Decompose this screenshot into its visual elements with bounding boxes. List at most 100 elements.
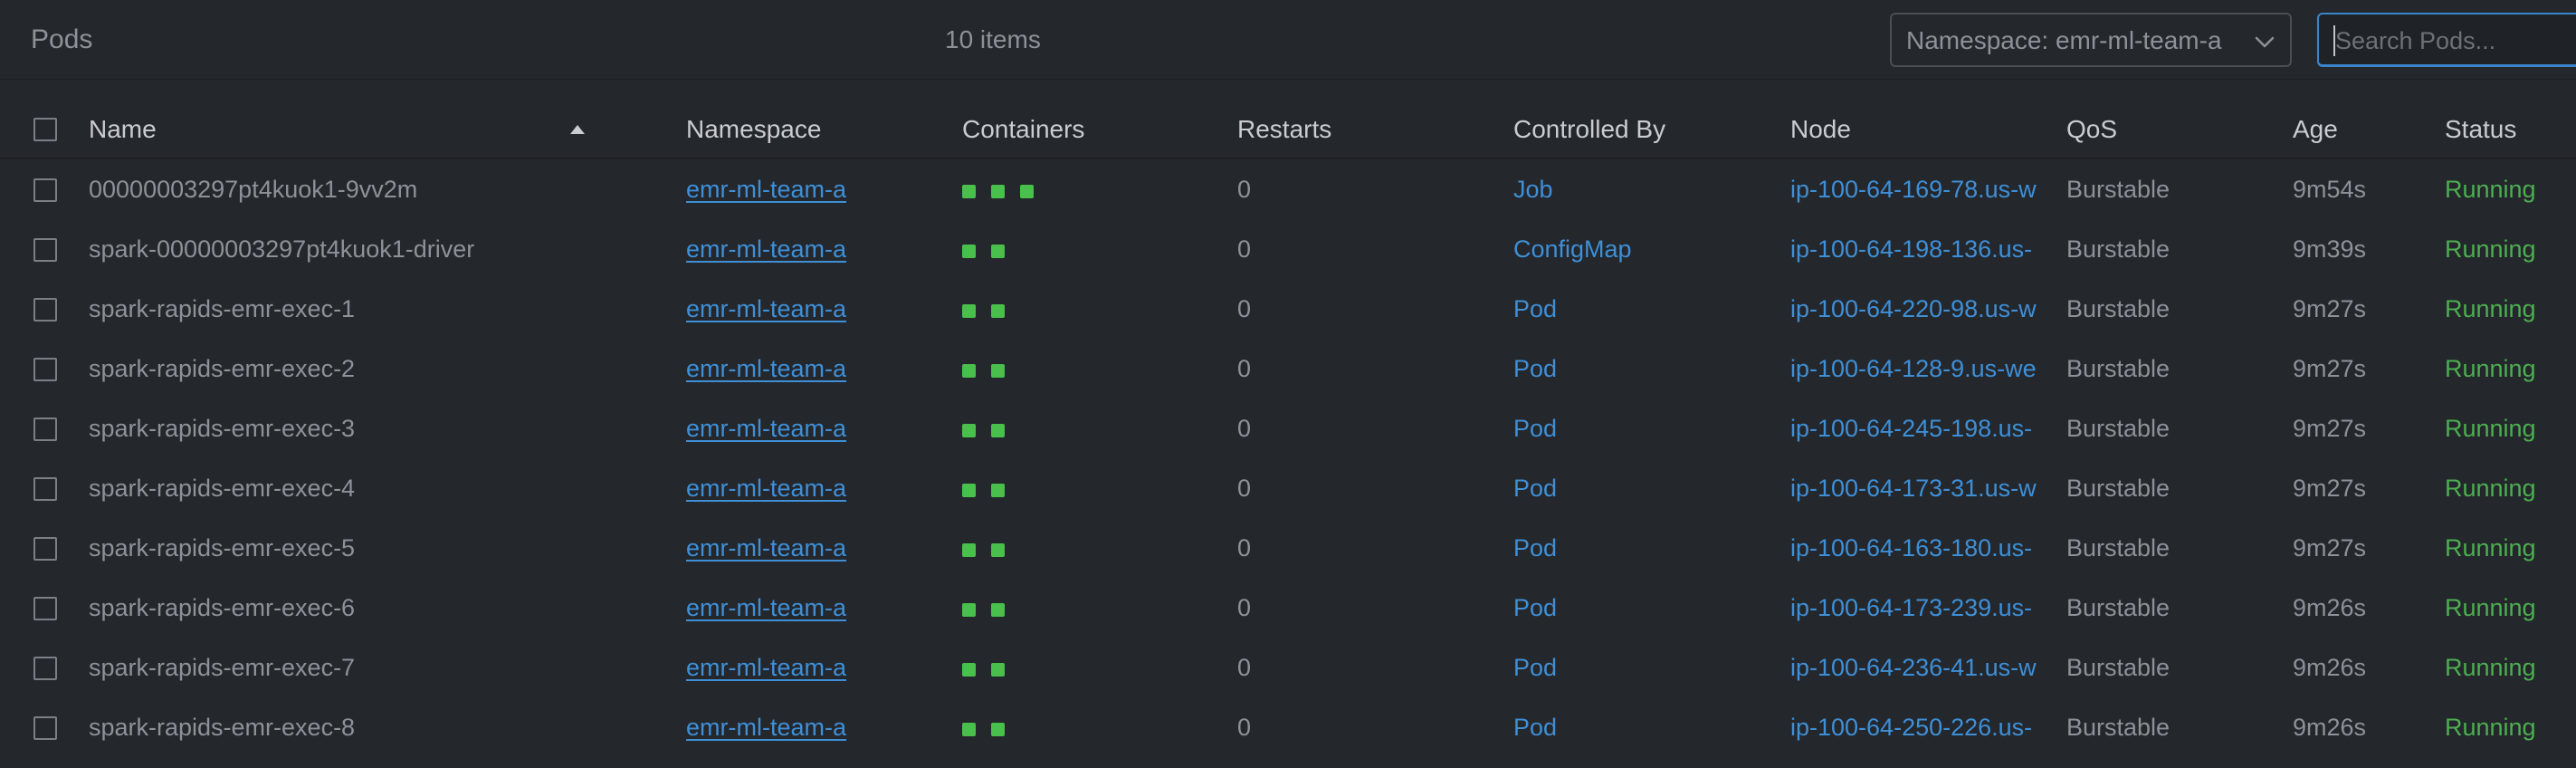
node-link[interactable]: ip-100-64-245-198.us- bbox=[1790, 413, 2038, 444]
search-box[interactable] bbox=[2317, 13, 2576, 67]
pod-age: 9m26s bbox=[2293, 594, 2367, 621]
table-row[interactable]: spark-rapids-emr-exec-2 emr-ml-team-a 0 Pod… bbox=[0, 340, 2576, 399]
namespace-select-label: Namespace: emr-ml-team-a bbox=[1906, 26, 2222, 54]
row-checkbox[interactable] bbox=[33, 358, 57, 381]
container-ready-indicator[interactable] bbox=[991, 245, 1005, 258]
table-row[interactable]: spark-rapids-emr-exec-3 emr-ml-team-a 0 Pod… bbox=[0, 399, 2576, 459]
node-link[interactable]: ip-100-64-198-136.us- bbox=[1790, 234, 2038, 264]
container-ready-indicator[interactable] bbox=[991, 185, 1005, 198]
container-ready-indicator[interactable] bbox=[962, 723, 976, 736]
restart-count: 0 bbox=[1237, 714, 1252, 741]
row-checkbox[interactable] bbox=[33, 418, 57, 441]
container-ready-indicator[interactable] bbox=[991, 543, 1005, 557]
pod-name: spark-rapids-emr-exec-6 bbox=[89, 594, 356, 621]
pod-name: spark-rapids-emr-exec-7 bbox=[89, 654, 356, 681]
status-text: Running bbox=[2445, 475, 2536, 502]
node-link[interactable]: ip-100-64-250-226.us- bbox=[1790, 712, 2038, 743]
table-row[interactable]: spark-rapids-emr-exec-7 emr-ml-team-a 0 Pod… bbox=[0, 638, 2576, 698]
namespace-link[interactable]: emr-ml-team-a bbox=[686, 473, 846, 504]
container-ready-indicator[interactable] bbox=[991, 663, 1005, 677]
container-ready-indicator[interactable] bbox=[962, 364, 976, 378]
namespace-link[interactable]: emr-ml-team-a bbox=[686, 533, 846, 563]
container-ready-indicator[interactable] bbox=[962, 424, 976, 437]
container-ready-indicator[interactable] bbox=[962, 304, 976, 318]
controlled-by-link[interactable]: Pod bbox=[1513, 712, 1557, 743]
container-ready-indicator[interactable] bbox=[991, 723, 1005, 736]
node-link[interactable]: ip-100-64-128-9.us-we bbox=[1790, 353, 2038, 384]
controlled-by-link[interactable]: Pod bbox=[1513, 353, 1557, 384]
controlled-by-link[interactable]: Pod bbox=[1513, 473, 1557, 504]
namespace-link[interactable]: emr-ml-team-a bbox=[686, 293, 846, 324]
controlled-by-link[interactable]: Pod bbox=[1513, 533, 1557, 563]
column-header-restarts[interactable]: Restarts bbox=[1237, 114, 1331, 145]
select-all-checkbox[interactable] bbox=[33, 118, 57, 141]
container-ready-indicator[interactable] bbox=[962, 543, 976, 557]
controlled-by-link[interactable]: Pod bbox=[1513, 413, 1557, 444]
container-ready-indicator[interactable] bbox=[962, 185, 976, 198]
table-row[interactable]: spark-rapids-emr-exec-1 emr-ml-team-a 0 Pod… bbox=[0, 280, 2576, 340]
row-checkbox[interactable] bbox=[33, 178, 57, 202]
node-link[interactable]: ip-100-64-163-180.us- bbox=[1790, 533, 2038, 563]
column-header-age[interactable]: Age bbox=[2293, 114, 2338, 145]
column-header-controlled-by[interactable]: Controlled By bbox=[1513, 114, 1665, 145]
node-link[interactable]: ip-100-64-220-98.us-w bbox=[1790, 293, 2038, 324]
namespace-link[interactable]: emr-ml-team-a bbox=[686, 353, 846, 384]
row-checkbox[interactable] bbox=[33, 716, 57, 740]
sort-ascending-icon[interactable] bbox=[568, 121, 587, 136]
container-ready-indicator[interactable] bbox=[962, 484, 976, 497]
table-row[interactable]: spark-rapids-emr-exec-6 emr-ml-team-a 0 Pod… bbox=[0, 579, 2576, 638]
namespace-link[interactable]: emr-ml-team-a bbox=[686, 413, 846, 444]
table-row[interactable]: spark-rapids-emr-exec-4 emr-ml-team-a 0 Pod… bbox=[0, 459, 2576, 519]
pod-name: spark-rapids-emr-exec-5 bbox=[89, 534, 356, 562]
container-ready-indicator[interactable] bbox=[991, 424, 1005, 437]
column-header-node[interactable]: Node bbox=[1790, 114, 1851, 145]
node-link[interactable]: ip-100-64-236-41.us-w bbox=[1790, 652, 2038, 683]
table-row[interactable]: 00000003297pt4kuok1-9vv2m emr-ml-team-a 0 J… bbox=[0, 160, 2576, 220]
node-link[interactable]: ip-100-64-169-78.us-w bbox=[1790, 174, 2038, 205]
pod-name: spark-00000003297pt4kuok1-driver bbox=[89, 235, 475, 263]
container-ready-indicator[interactable] bbox=[1020, 185, 1034, 198]
column-header-qos[interactable]: QoS bbox=[2066, 114, 2117, 145]
container-ready-indicator[interactable] bbox=[991, 364, 1005, 378]
namespace-select[interactable]: Namespace: emr-ml-team-a bbox=[1890, 13, 2292, 67]
namespace-link[interactable]: emr-ml-team-a bbox=[686, 712, 846, 743]
chevron-down-icon bbox=[2255, 36, 2275, 48]
pod-name: spark-rapids-emr-exec-3 bbox=[89, 415, 356, 442]
container-ready-indicator[interactable] bbox=[991, 304, 1005, 318]
table-row[interactable]: spark-rapids-emr-exec-8 emr-ml-team-a 0 Pod… bbox=[0, 698, 2576, 758]
search-input[interactable] bbox=[2335, 25, 2576, 56]
row-checkbox[interactable] bbox=[33, 298, 57, 322]
status-text: Running bbox=[2445, 295, 2536, 322]
row-checkbox[interactable] bbox=[33, 537, 57, 561]
namespace-link[interactable]: emr-ml-team-a bbox=[686, 174, 846, 205]
row-checkbox[interactable] bbox=[33, 597, 57, 620]
container-ready-indicator[interactable] bbox=[962, 603, 976, 617]
namespace-link[interactable]: emr-ml-team-a bbox=[686, 652, 846, 683]
container-ready-indicator[interactable] bbox=[991, 484, 1005, 497]
column-header-namespace[interactable]: Namespace bbox=[686, 114, 821, 145]
column-header-status[interactable]: Status bbox=[2445, 114, 2516, 145]
row-checkbox[interactable] bbox=[33, 657, 57, 680]
namespace-link[interactable]: emr-ml-team-a bbox=[686, 234, 846, 264]
table-row[interactable]: spark-00000003297pt4kuok1-driver emr-ml-t… bbox=[0, 220, 2576, 280]
controlled-by-link[interactable]: ConfigMap bbox=[1513, 234, 1632, 264]
restart-count: 0 bbox=[1237, 475, 1252, 502]
column-header-name[interactable]: Name bbox=[89, 114, 157, 145]
qos-class: Burstable bbox=[2066, 594, 2171, 621]
controlled-by-link[interactable]: Job bbox=[1513, 174, 1553, 205]
node-link[interactable]: ip-100-64-173-239.us- bbox=[1790, 592, 2038, 623]
controlled-by-link[interactable]: Pod bbox=[1513, 592, 1557, 623]
container-ready-indicator[interactable] bbox=[991, 603, 1005, 617]
row-checkbox[interactable] bbox=[33, 238, 57, 262]
node-link[interactable]: ip-100-64-173-31.us-w bbox=[1790, 473, 2038, 504]
qos-class: Burstable bbox=[2066, 654, 2171, 681]
namespace-link[interactable]: emr-ml-team-a bbox=[686, 592, 846, 623]
container-ready-indicator[interactable] bbox=[962, 663, 976, 677]
restart-count: 0 bbox=[1237, 295, 1252, 322]
table-row[interactable]: spark-rapids-emr-exec-5 emr-ml-team-a 0 Pod… bbox=[0, 519, 2576, 579]
column-header-containers[interactable]: Containers bbox=[962, 114, 1084, 145]
container-ready-indicator[interactable] bbox=[962, 245, 976, 258]
controlled-by-link[interactable]: Pod bbox=[1513, 652, 1557, 683]
row-checkbox[interactable] bbox=[33, 477, 57, 501]
controlled-by-link[interactable]: Pod bbox=[1513, 293, 1557, 324]
